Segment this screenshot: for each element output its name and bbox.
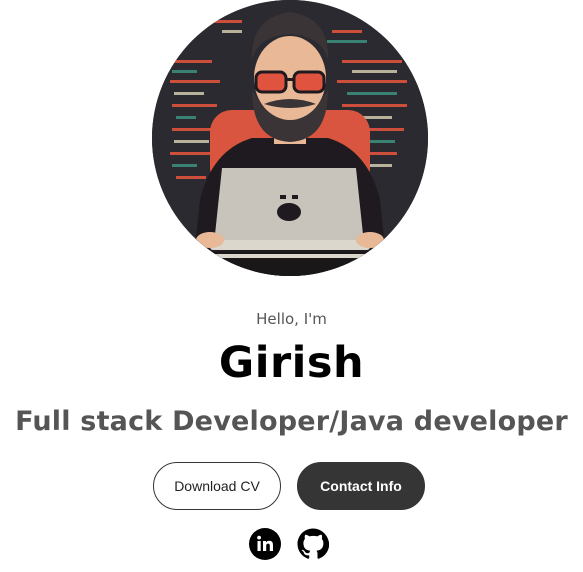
role-subtitle: Full stack Developer/Java developer (15, 406, 568, 437)
linkedin-icon[interactable] (249, 528, 281, 560)
download-cv-label: Download CV (174, 478, 260, 494)
page-title: Girish (218, 338, 365, 388)
download-cv-button[interactable]: Download CV (153, 462, 281, 510)
greeting-text: Hello, I'm (256, 310, 327, 328)
contact-info-button[interactable]: Contact Info (297, 462, 425, 510)
profile-picture (152, 0, 428, 276)
contact-info-label: Contact Info (320, 478, 402, 494)
github-icon[interactable] (297, 528, 330, 560)
developer-avatar-illustration (152, 0, 428, 276)
